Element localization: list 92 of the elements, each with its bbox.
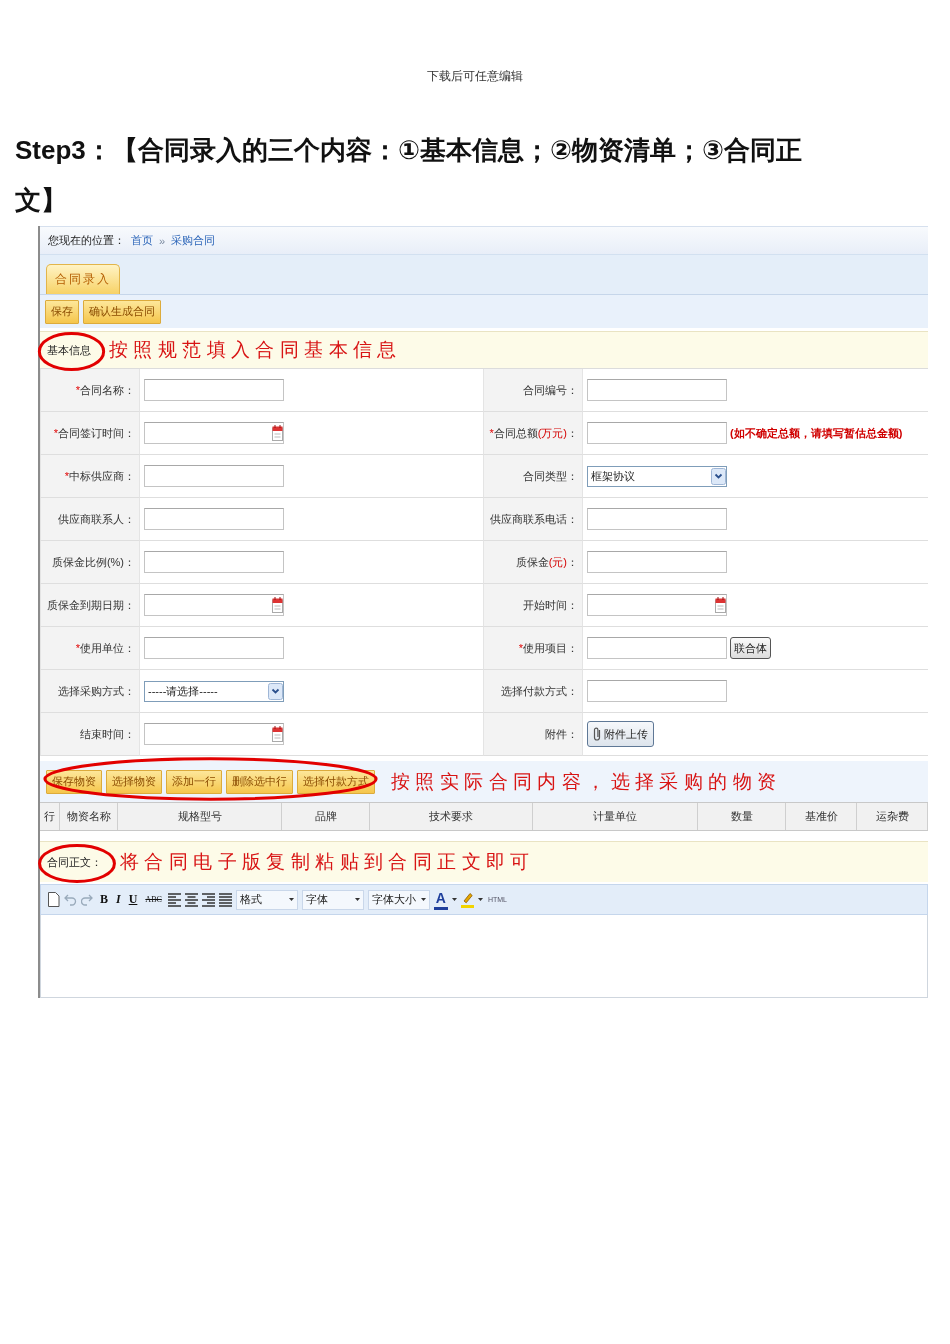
calendar-icon — [272, 425, 283, 441]
caret-icon — [711, 467, 726, 485]
caret-icon — [268, 682, 283, 700]
step-heading: Step3：【合同录入的三个内容：①基本信息；②物资清单；③合同正文】 — [15, 134, 803, 217]
field-label: 结束时间： — [40, 713, 140, 756]
caret-icon — [354, 898, 360, 901]
redo-icon[interactable] — [81, 893, 94, 906]
text-field[interactable] — [587, 422, 727, 444]
breadcrumb-separator: » — [159, 234, 166, 247]
text-field[interactable] — [144, 379, 284, 401]
field-label: 质保金到期日期： — [40, 584, 140, 627]
field-label: 供应商联系人： — [40, 498, 140, 541]
highlight-icon[interactable] — [460, 891, 474, 908]
field-label: 选择采购方式： — [40, 670, 140, 713]
toolbar-dropdown[interactable]: 字体大小 — [367, 889, 430, 910]
breadcrumb-label: 您现在的位置： — [48, 233, 125, 248]
date-field[interactable] — [144, 422, 284, 444]
field-label: *合同名称： — [40, 369, 140, 412]
section-title: 合同正文： — [47, 854, 102, 870]
align-left-icon[interactable] — [167, 892, 181, 907]
field-label: *合同签订时间： — [40, 412, 140, 455]
calendar-icon — [272, 597, 283, 613]
toolbar-dropdown[interactable]: 字体 — [301, 889, 364, 910]
column-header: 基准价 — [786, 803, 857, 830]
field-label: 质保金比例(%)： — [40, 541, 140, 584]
field-note: (如不确定总额，请填写暂估总金额) — [730, 425, 903, 441]
underline-button[interactable]: U — [126, 890, 140, 909]
field-label: *使用项目： — [483, 627, 583, 670]
column-header: 技术要求 — [370, 803, 533, 830]
text-field[interactable] — [144, 637, 284, 659]
text-field[interactable] — [144, 551, 284, 573]
field-label: *合同总额(万元)： — [483, 412, 583, 455]
field-label: 质保金(元)： — [483, 541, 583, 584]
column-header: 运杂费 — [857, 803, 928, 830]
field-label: 开始时间： — [483, 584, 583, 627]
justify-icon[interactable] — [218, 892, 232, 907]
column-header: 行 — [40, 803, 60, 830]
field-label: 供应商联系电话： — [483, 498, 583, 541]
caret-icon — [288, 898, 294, 901]
caret-icon — [451, 898, 457, 901]
strikethrough-button[interactable]: ABC — [143, 890, 164, 909]
column-header: 品牌 — [282, 803, 370, 830]
caret-icon — [477, 898, 483, 901]
toolbar-button[interactable]: 删除选中行 — [226, 769, 293, 794]
paperclip-icon — [593, 727, 601, 741]
annotation-text: 将合同电子版复制粘贴到合同正文即可 — [120, 849, 535, 874]
column-header: 物资名称 — [60, 803, 118, 830]
text-field[interactable] — [587, 637, 727, 659]
calendar-icon — [272, 726, 283, 742]
field-button[interactable]: 联合体 — [730, 637, 771, 659]
new-document-icon[interactable] — [48, 892, 60, 907]
annotation-text: 按照实际合同内容，选择采购的物资 — [391, 768, 782, 794]
upload-button[interactable]: 附件上传 — [587, 721, 654, 747]
field-label: 合同编号： — [483, 369, 583, 412]
text-field[interactable] — [587, 379, 727, 401]
toolbar-button[interactable]: 添加一行 — [166, 769, 222, 794]
field-label: *使用单位： — [40, 627, 140, 670]
date-field[interactable] — [144, 723, 284, 745]
align-center-icon[interactable] — [184, 892, 198, 907]
section-title: 基本信息 — [47, 342, 91, 358]
toolbar-button[interactable]: 选择物资 — [106, 769, 162, 794]
toolbar-dropdown[interactable]: 格式 — [235, 889, 298, 910]
breadcrumb-link[interactable]: 采购合同 — [171, 233, 216, 248]
column-header: 计量单位 — [533, 803, 698, 830]
undo-icon[interactable] — [64, 893, 77, 906]
caret-icon — [420, 898, 426, 901]
column-header: 数量 — [698, 803, 786, 830]
field-label: 合同类型： — [483, 455, 583, 498]
toolbar-button[interactable]: 保存 — [45, 299, 79, 324]
italic-button[interactable]: I — [114, 890, 123, 909]
text-field[interactable] — [587, 680, 727, 702]
text-field[interactable] — [144, 508, 284, 530]
date-field[interactable] — [144, 594, 284, 616]
text-field[interactable] — [587, 551, 727, 573]
calendar-icon — [715, 597, 726, 613]
select-field[interactable]: 框架协议 — [587, 465, 727, 487]
align-right-icon[interactable] — [201, 892, 215, 907]
date-field[interactable] — [587, 594, 727, 616]
bold-button[interactable]: B — [98, 890, 110, 909]
tab[interactable]: 合同录入 — [46, 264, 120, 294]
page-header-text: 下载后可任意编辑 — [426, 68, 524, 84]
font-color-button[interactable]: A — [433, 889, 448, 910]
toolbar-button[interactable]: 确认生成合同 — [83, 299, 161, 324]
breadcrumb-link[interactable]: 首页 — [131, 233, 153, 248]
annotation-text: 按照规范填入合同基本信息 — [109, 337, 402, 362]
field-label: 选择付款方式： — [483, 670, 583, 713]
text-field[interactable] — [587, 508, 727, 530]
field-label: *中标供应商： — [40, 455, 140, 498]
text-field[interactable] — [144, 465, 284, 487]
column-header: 规格型号 — [118, 803, 282, 830]
select-field[interactable]: -----请选择----- — [144, 680, 284, 702]
field-label: 附件： — [483, 713, 583, 756]
